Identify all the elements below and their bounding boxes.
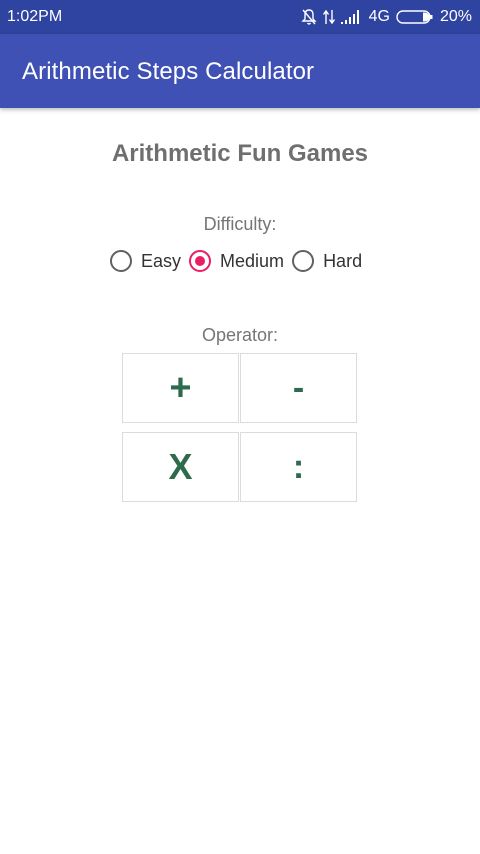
app-title: Arithmetic Steps Calculator <box>22 58 315 85</box>
difficulty-label: Difficulty: <box>203 214 277 234</box>
operator-divide-button[interactable]: : <box>240 432 357 502</box>
radio-label-hard: Hard <box>323 250 363 271</box>
signal-icon <box>340 10 363 24</box>
radio-label-medium: Medium <box>220 250 285 271</box>
operator-minus-button[interactable]: - <box>240 353 357 423</box>
radio-button-hard[interactable] <box>292 250 315 272</box>
bell-off-icon <box>300 8 317 26</box>
battery-percent: 20% <box>439 8 472 25</box>
operator-label: Operator: <box>201 325 279 345</box>
network-type: 4G <box>368 8 390 25</box>
data-transfer-icon <box>322 9 335 25</box>
radio-button-easy[interactable] <box>110 250 132 272</box>
operator-plus-button[interactable]: + <box>122 353 239 423</box>
radio-label-easy: Easy <box>141 250 182 271</box>
status-bar: 1:02PM 4G 20% <box>0 0 480 34</box>
difficulty-radio-group: Easy Medium Hard <box>110 247 362 275</box>
difficulty-option-easy[interactable]: Easy <box>110 250 181 272</box>
app-bar: Arithmetic Steps Calculator <box>0 34 480 108</box>
status-icons: 4G 20% <box>300 6 472 28</box>
page-title: Arithmetic Fun Games <box>111 140 369 167</box>
difficulty-option-hard[interactable]: Hard <box>292 250 362 272</box>
radio-button-medium[interactable] <box>189 250 212 272</box>
difficulty-option-medium[interactable]: Medium <box>189 250 284 272</box>
operator-multiply-button[interactable]: X <box>122 432 239 502</box>
battery-icon <box>396 9 434 25</box>
status-time: 1:02PM <box>7 8 63 25</box>
